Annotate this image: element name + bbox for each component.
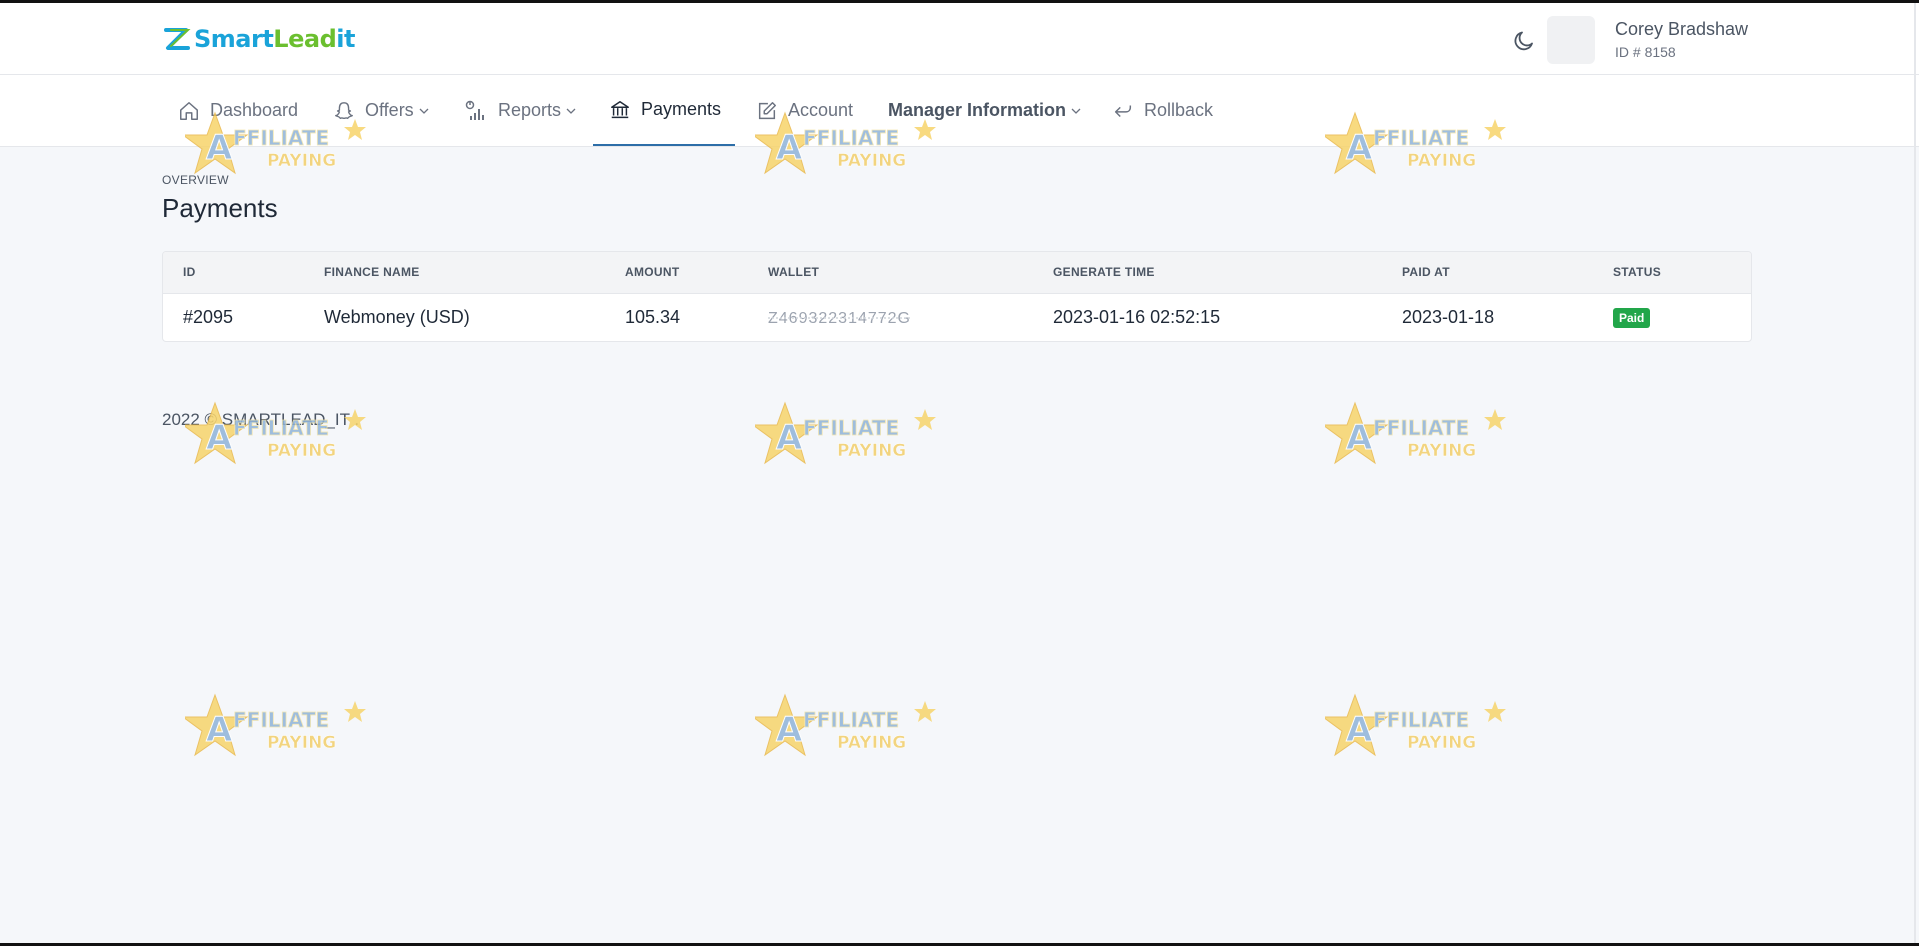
- status-badge: Paid: [1613, 308, 1650, 328]
- svg-text:A: A: [776, 710, 803, 750]
- column-header-amount: AMOUNT: [625, 265, 679, 279]
- snapchat-icon: [333, 100, 355, 122]
- main-nav: Dashboard Offers Reports Payments Accoun…: [0, 75, 1919, 147]
- affiliate-paying-watermark: A FFILIATE PAYING: [185, 693, 385, 768]
- svg-text:FFILIATE: FFILIATE: [1373, 416, 1469, 440]
- nav-offers[interactable]: Offers: [333, 75, 430, 146]
- user-id: ID # 8158: [1615, 44, 1676, 60]
- svg-text:A: A: [1346, 418, 1373, 458]
- nav-account[interactable]: Account: [756, 75, 853, 146]
- nav-rollback-label: Rollback: [1144, 100, 1213, 121]
- svg-text:A: A: [776, 418, 803, 458]
- finance-name: Webmoney (USD): [324, 307, 470, 328]
- column-header-finance-name: FINANCE NAME: [324, 265, 420, 279]
- svg-text:FFILIATE: FFILIATE: [803, 708, 899, 732]
- nav-payments-label: Payments: [641, 99, 721, 120]
- column-header-status: STATUS: [1613, 265, 1661, 279]
- svg-text:PAYING: PAYING: [837, 151, 906, 171]
- home-icon: [178, 100, 200, 122]
- moon-icon[interactable]: [1512, 29, 1536, 53]
- payments-table: ID FINANCE NAME AMOUNT WALLET GENERATE T…: [162, 251, 1752, 342]
- nav-payments[interactable]: Payments: [593, 75, 735, 146]
- svg-text:FFILIATE: FFILIATE: [1373, 708, 1469, 732]
- svg-text:PAYING: PAYING: [267, 151, 336, 171]
- return-icon: [1112, 100, 1134, 122]
- edit-icon: [756, 100, 778, 122]
- column-header-id: ID: [183, 265, 196, 279]
- generate-time: 2023-01-16 02:52:15: [1053, 307, 1220, 328]
- chevron-down-icon: [418, 105, 430, 117]
- smartleadit-logo[interactable]: SmartLeadit: [162, 23, 355, 55]
- column-header-wallet: WALLET: [768, 265, 819, 279]
- wallet: Z469322314772G: [768, 307, 911, 328]
- svg-text:PAYING: PAYING: [1407, 441, 1476, 461]
- logo-text: SmartLeadit: [194, 25, 355, 53]
- svg-text:FFILIATE: FFILIATE: [233, 708, 329, 732]
- logo-mark-icon: [162, 24, 192, 54]
- nav-manager-information-label: Manager Information: [888, 100, 1066, 121]
- nav-dashboard-label: Dashboard: [210, 100, 298, 121]
- footer-copyright: 2022 © SMARTLEAD_IT .: [162, 410, 359, 430]
- paid-at: 2023-01-18: [1402, 307, 1494, 328]
- nav-dashboard[interactable]: Dashboard: [178, 75, 298, 146]
- chevron-down-icon: [565, 105, 577, 117]
- affiliate-paying-watermark: A FFILIATE PAYING: [1325, 401, 1525, 476]
- column-header-generate-time: GENERATE TIME: [1053, 265, 1155, 279]
- svg-text:PAYING: PAYING: [1407, 733, 1476, 753]
- scrollbar-edge: [1914, 3, 1916, 946]
- overview-label: OVERVIEW: [162, 173, 229, 187]
- svg-text:A: A: [206, 710, 233, 750]
- bank-icon: [609, 99, 631, 121]
- amount: 105.34: [625, 307, 680, 328]
- page-title: Payments: [162, 193, 278, 224]
- nav-account-label: Account: [788, 100, 853, 121]
- nav-reports-label: Reports: [498, 100, 561, 121]
- affiliate-paying-watermark: A FFILIATE PAYING: [1325, 693, 1525, 768]
- svg-text:A: A: [1346, 710, 1373, 750]
- top-header: SmartLeadit Corey Bradshaw ID # 8158: [0, 3, 1919, 75]
- nav-rollback[interactable]: Rollback: [1112, 75, 1213, 146]
- svg-text:PAYING: PAYING: [267, 441, 336, 461]
- svg-text:PAYING: PAYING: [1407, 151, 1476, 171]
- svg-text:PAYING: PAYING: [837, 733, 906, 753]
- svg-text:FFILIATE: FFILIATE: [803, 416, 899, 440]
- table-header: ID FINANCE NAME AMOUNT WALLET GENERATE T…: [163, 252, 1751, 294]
- avatar[interactable]: [1547, 16, 1595, 64]
- nav-reports[interactable]: Reports: [464, 75, 577, 146]
- affiliate-paying-watermark: A FFILIATE PAYING: [755, 693, 955, 768]
- column-header-paid-at: PAID AT: [1402, 265, 1450, 279]
- user-name[interactable]: Corey Bradshaw: [1615, 19, 1748, 40]
- affiliate-paying-watermark: A FFILIATE PAYING: [755, 401, 955, 476]
- chevron-down-icon: [1070, 105, 1082, 117]
- nav-manager-information[interactable]: Manager Information: [888, 75, 1082, 146]
- chart-icon: [464, 100, 488, 122]
- svg-text:PAYING: PAYING: [267, 733, 336, 753]
- wallet-value: Z469322314772G: [768, 310, 911, 327]
- payment-id: #2095: [183, 307, 233, 328]
- svg-text:PAYING: PAYING: [837, 441, 906, 461]
- nav-offers-label: Offers: [365, 100, 414, 121]
